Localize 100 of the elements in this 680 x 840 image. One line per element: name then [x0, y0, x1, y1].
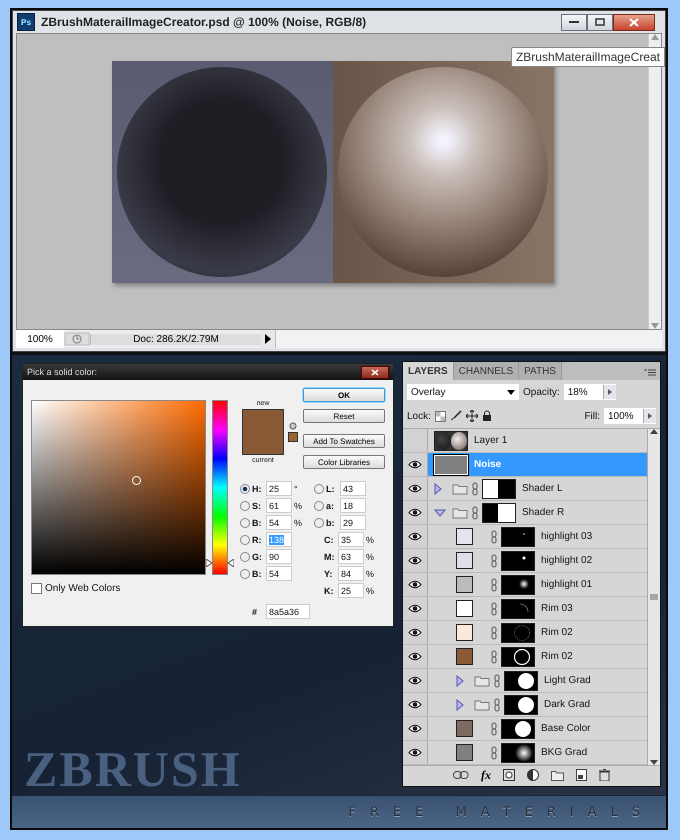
value-field[interactable]: 43 [340, 481, 366, 496]
eye-icon[interactable] [408, 748, 422, 757]
eye-icon[interactable] [408, 700, 422, 709]
eye-icon[interactable] [408, 460, 422, 469]
panel-tab[interactable]: LAYERS [403, 362, 454, 380]
opacity-field[interactable]: 18% [564, 384, 616, 400]
blend-mode-dropdown[interactable]: Overlay [407, 384, 519, 400]
layer-row[interactable]: Rim 03 [403, 597, 647, 621]
radio-button[interactable] [240, 552, 250, 562]
status-menu-button[interactable] [261, 330, 275, 348]
link-icon [491, 722, 497, 736]
value-field[interactable]: 84 [338, 566, 364, 581]
scroll-down-icon[interactable] [650, 760, 658, 765]
layer-row[interactable]: Rim 02 [403, 621, 647, 645]
maximize-icon [595, 18, 605, 26]
radio-button[interactable] [314, 518, 324, 528]
maximize-button[interactable] [587, 14, 613, 30]
eye-icon[interactable] [408, 508, 422, 517]
zoom-field[interactable]: 100% [16, 330, 64, 348]
hex-field[interactable]: 8a5a36 [266, 604, 310, 619]
layer-row[interactable]: highlight 03 [403, 525, 647, 549]
fill-field[interactable]: 100% [604, 408, 656, 424]
only-web-colors-checkbox[interactable]: Only Web Colors [31, 583, 234, 594]
brush-icon[interactable] [450, 410, 462, 422]
unit-label: % [366, 552, 375, 562]
layer-row[interactable]: Shader R [403, 501, 647, 525]
eye-icon[interactable] [408, 580, 422, 589]
layer-row[interactable]: BKG Grad [403, 741, 647, 765]
eye-icon[interactable] [408, 556, 422, 565]
new-layer-button[interactable] [576, 769, 587, 781]
trash-icon[interactable] [599, 769, 610, 781]
color-picker-circle[interactable] [132, 476, 141, 485]
vertical-scrollbar[interactable] [647, 429, 660, 765]
radio-button[interactable] [240, 518, 250, 528]
clock-icon[interactable] [64, 332, 90, 346]
adjustment-layer-button[interactable] [527, 769, 539, 781]
eye-icon[interactable] [408, 628, 422, 637]
eye-icon[interactable] [408, 652, 422, 661]
layer-row[interactable]: Dark Grad [403, 693, 647, 717]
panel-tab[interactable]: CHANNELS [454, 362, 520, 380]
new-group-button[interactable] [551, 770, 564, 780]
slider-arrow-button[interactable] [643, 409, 656, 423]
eye-icon[interactable] [408, 484, 422, 493]
slider-arrow-button[interactable] [602, 385, 616, 399]
eye-icon[interactable] [408, 676, 422, 685]
link-layers-button[interactable] [453, 771, 469, 779]
color-preview-swatch [242, 409, 284, 455]
add-mask-button[interactable] [503, 769, 515, 781]
layer-row[interactable]: Layer 1 [403, 429, 647, 453]
horizontal-scrollbar[interactable] [275, 330, 662, 348]
radio-button[interactable] [314, 500, 324, 510]
radio-button[interactable] [240, 484, 250, 494]
dialog-button[interactable]: Add To Swatches [303, 434, 385, 448]
close-button[interactable] [361, 366, 389, 378]
lock-transparency-icon[interactable] [434, 410, 446, 422]
eye-icon[interactable] [408, 724, 422, 733]
value-field[interactable]: 54 [266, 566, 292, 581]
close-icon [371, 368, 379, 376]
dialog-button[interactable]: Color Libraries [303, 455, 385, 469]
value-field[interactable]: 61 [266, 498, 292, 513]
eye-icon[interactable] [408, 532, 422, 541]
layer-style-button[interactable]: fx [481, 768, 491, 782]
value-field[interactable]: 29 [340, 515, 366, 530]
value-field[interactable]: 54 [266, 515, 292, 530]
value-field[interactable]: 25 [266, 481, 292, 496]
hue-slider-handle[interactable] [206, 558, 234, 567]
value-field[interactable]: 25 [338, 583, 364, 598]
eye-icon[interactable] [408, 604, 422, 613]
value-field[interactable]: 18 [340, 498, 366, 513]
layer-row[interactable]: Base Color [403, 717, 647, 741]
color-field[interactable] [31, 400, 206, 575]
radio-button[interactable] [240, 568, 250, 578]
value-field[interactable]: 90 [266, 549, 292, 564]
layer-row[interactable]: highlight 01 [403, 573, 647, 597]
expanded-triangle-icon[interactable] [434, 508, 446, 516]
dialog-button[interactable]: OK [303, 388, 385, 402]
value-field[interactable]: 35 [338, 532, 364, 547]
radio-button[interactable] [240, 534, 250, 544]
layer-row[interactable]: Shader L [403, 477, 647, 501]
layer-row[interactable]: Rim 02 [403, 645, 647, 669]
value-field[interactable]: 63 [338, 549, 364, 564]
dialog-button[interactable]: Reset [303, 409, 385, 423]
close-button[interactable] [613, 14, 655, 30]
move-icon[interactable] [466, 410, 478, 422]
collapsed-triangle-icon[interactable] [456, 674, 464, 686]
panel-tab[interactable]: PATHS [519, 362, 562, 380]
layer-row[interactable]: Light Grad [403, 669, 647, 693]
collapsed-triangle-icon[interactable] [434, 482, 442, 494]
scroll-grip-icon[interactable] [650, 594, 658, 600]
scroll-up-icon[interactable] [650, 429, 658, 434]
app-icon: Ps [17, 13, 35, 31]
hue-slider[interactable] [206, 400, 234, 575]
minimize-button[interactable] [561, 14, 587, 30]
layer-row[interactable]: highlight 02 [403, 549, 647, 573]
layer-name: highlight 03 [541, 531, 592, 542]
radio-button[interactable] [314, 484, 324, 494]
collapsed-triangle-icon[interactable] [456, 698, 464, 710]
lock-icon[interactable] [482, 410, 492, 422]
web-safe-swatch[interactable] [288, 432, 298, 442]
radio-button[interactable] [240, 500, 250, 510]
